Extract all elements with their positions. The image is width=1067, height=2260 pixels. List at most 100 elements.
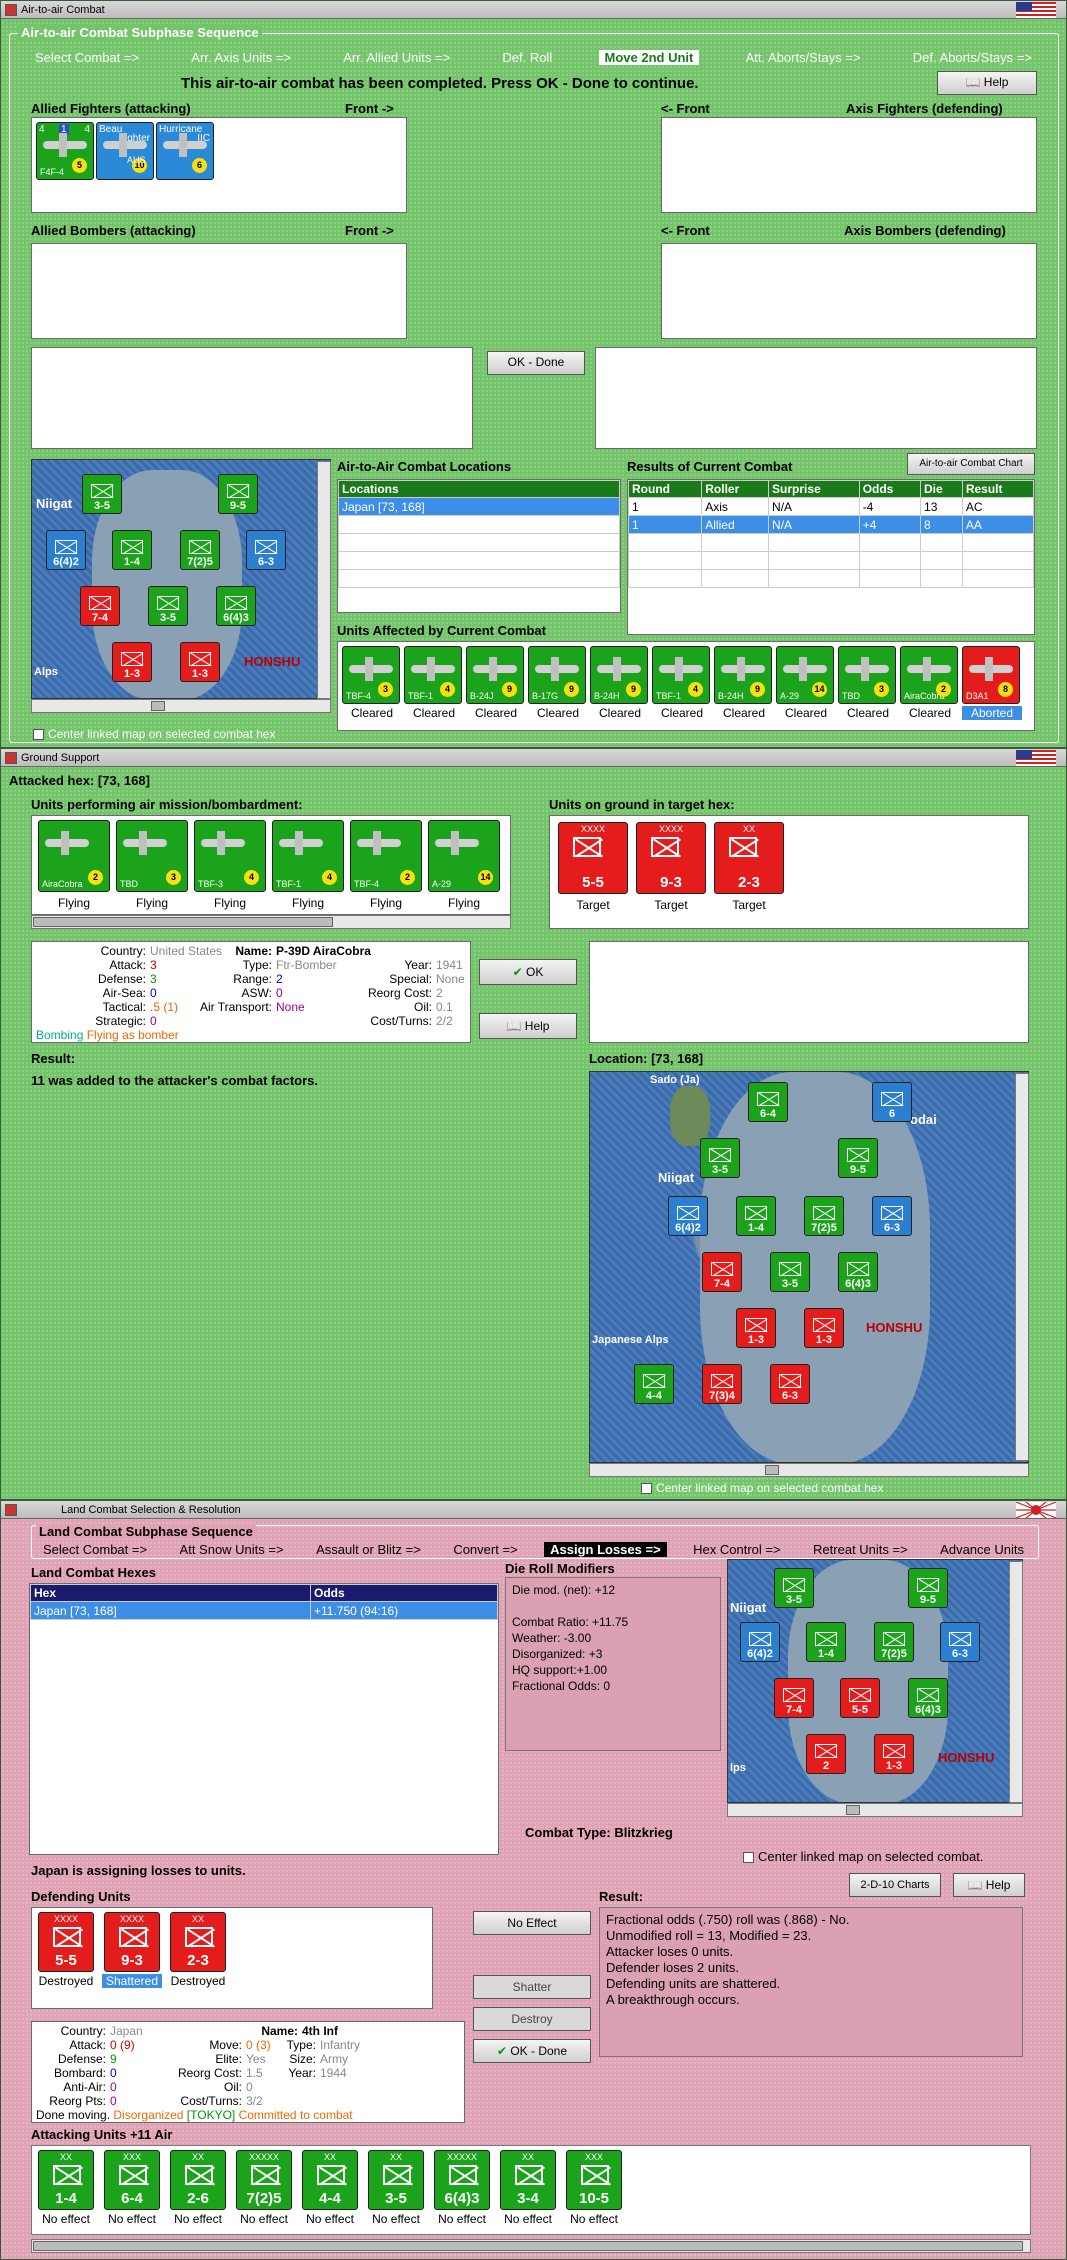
step-convert[interactable]: Convert => — [447, 1542, 523, 1557]
hexes-table[interactable]: Hex Odds Japan [73, 168] +11.750 (94:16) — [29, 1583, 499, 1855]
air-unit-counter[interactable]: A-29 14 — [428, 820, 500, 892]
map-unit[interactable]: 1-3 — [874, 1734, 914, 1774]
checkbox-box[interactable] — [33, 729, 44, 741]
map-unit[interactable]: 6(4)3 — [216, 586, 256, 626]
allied-fighters-panel[interactable]: 4 1 4 5 F4F-4 Beau fighter 10 AUS Hurricane IIC 6 — [31, 117, 407, 213]
unit-counter[interactable]: XXX 10-5 — [566, 2150, 622, 2210]
unit-counter[interactable]: XX 3-5 — [368, 2150, 424, 2210]
map-unit[interactable]: 6-3 — [246, 530, 286, 570]
axis-bombers-panel[interactable] — [661, 243, 1037, 339]
step-select-combat[interactable]: Select Combat => — [29, 50, 145, 65]
map-unit[interactable]: 9-5 — [908, 1568, 948, 1608]
table-row[interactable]: Japan [73, 168] +11.750 (94:16) — [30, 1601, 498, 1620]
map-unit[interactable]: 6(4)2 — [46, 530, 86, 570]
locations-table[interactable]: Locations Japan [73, 168] — [337, 479, 621, 613]
unit-counter[interactable]: XXXX 5-5 — [558, 822, 628, 894]
destroy-button[interactable]: Destroy — [473, 2007, 591, 2031]
attacking-units-panel[interactable]: XX 1-4 No effect XXX 6-4 No effect XX 2-6 No eff… — [31, 2145, 1031, 2235]
unit-counter[interactable]: XXXXX 6(4)3 — [434, 2150, 490, 2210]
map-hscroll[interactable] — [589, 1463, 1029, 1477]
unit-counter[interactable]: XX 2-3 — [714, 822, 784, 894]
charts-button[interactable]: 2-D-10 Charts — [849, 1873, 941, 1897]
map-unit[interactable]: 7(3)4 — [702, 1364, 742, 1404]
map-unit[interactable]: 3-5 — [82, 474, 122, 514]
step-def-aborts[interactable]: Def. Aborts/Stays => — [907, 50, 1038, 65]
ok-done-button[interactable]: OK - Done — [487, 351, 585, 375]
map-unit[interactable]: 5-5 — [840, 1678, 880, 1718]
scroll-thumb[interactable] — [151, 701, 166, 711]
axis-fighters-panel[interactable] — [661, 117, 1037, 213]
ok-done-button[interactable]: ✔ OK - Done — [473, 2039, 591, 2063]
map-unit[interactable]: 7(2)5 — [180, 530, 220, 570]
step-move-2nd-unit[interactable]: Move 2nd Unit — [598, 49, 700, 65]
map-unit[interactable]: 6(4)3 — [908, 1678, 948, 1718]
air-unit-counter[interactable]: B-17G 9 — [528, 646, 586, 704]
scroll-thumb[interactable] — [33, 2241, 1023, 2251]
step-retreat[interactable]: Retreat Units => — [807, 1542, 914, 1557]
map-unit[interactable]: 7-4 — [774, 1678, 814, 1718]
unit-counter[interactable]: XXXXX 7(2)5 — [236, 2150, 292, 2210]
map-unit[interactable]: 3-5 — [774, 1568, 814, 1608]
map-unit[interactable]: 1-4 — [112, 530, 152, 570]
step-hex-control[interactable]: Hex Control => — [687, 1542, 786, 1557]
air-unit-counter[interactable]: TBD 3 — [116, 820, 188, 892]
location-map[interactable]: Sado (Ja) odai Niigat HONSHU Japanese Al… — [589, 1071, 1029, 1463]
air-unit-counter[interactable]: AiraCobra 2 — [900, 646, 958, 704]
air-unit-counter[interactable]: TBF-4 3 — [342, 646, 400, 704]
unit-counter[interactable]: XX 4-4 — [302, 2150, 358, 2210]
air-unit-counter[interactable]: AiraCobra 2 — [38, 820, 110, 892]
map-vscroll[interactable] — [317, 461, 331, 699]
defending-units-panel[interactable]: XXXX 5-5 Destroyed XXXX 9-3 Shattered XX 2-3 Des… — [31, 1907, 433, 2009]
map-unit[interactable]: 1-3 — [736, 1308, 776, 1348]
fighter-counter[interactable]: Hurricane IIC 6 — [156, 122, 214, 180]
air-unit-counter[interactable]: B-24J 9 — [466, 646, 524, 704]
unit-counter[interactable]: XX 1-4 — [38, 2150, 94, 2210]
unit-counter[interactable]: XX 3-4 — [500, 2150, 556, 2210]
air-unit-counter[interactable]: TBD 3 — [838, 646, 896, 704]
map-unit[interactable]: 7-4 — [80, 586, 120, 626]
ground-units-panel[interactable]: XXXX 5-5 Target XXXX 9-3 Target XX 2-3 Target — [549, 815, 1029, 929]
air-unit-counter[interactable]: TBF-1 4 — [652, 646, 710, 704]
combat-map[interactable]: Niigat HONSHU lps 3-5 9-5 6(4)2 1-4 7(2)… — [727, 1559, 1023, 1803]
attackers-scroll[interactable] — [31, 2239, 1031, 2253]
air-unit-counter[interactable]: TBF-4 2 — [350, 820, 422, 892]
map-unit[interactable]: 7(2)5 — [804, 1196, 844, 1236]
map-vscroll[interactable] — [1015, 1073, 1029, 1461]
air-units-panel[interactable]: AiraCobra 2 Flying TBD 3 Flying TBF-3 4 Flying TB… — [31, 815, 511, 915]
map-hscroll[interactable] — [727, 1803, 1023, 1817]
scroll-thumb[interactable] — [765, 1465, 780, 1475]
step-arr-axis[interactable]: Arr. Axis Units => — [185, 50, 297, 65]
map-unit[interactable]: 6(4)2 — [668, 1196, 708, 1236]
step-assault-blitz[interactable]: Assault or Blitz => — [310, 1542, 427, 1557]
map-unit[interactable]: 1-4 — [806, 1622, 846, 1662]
map-unit[interactable]: 1-3 — [180, 642, 220, 682]
fighter-counter[interactable]: 4 1 4 5 F4F-4 — [36, 122, 94, 180]
checkbox-box[interactable] — [641, 1483, 652, 1495]
allied-bombers-panel[interactable] — [31, 243, 407, 339]
map-unit[interactable]: 6 — [872, 1082, 912, 1122]
unit-counter[interactable]: XXX 6-4 — [104, 2150, 160, 2210]
map-vscroll[interactable] — [1009, 1561, 1023, 1803]
center-map-checkbox[interactable]: Center linked map on selected combat hex — [33, 727, 275, 741]
map-unit[interactable]: 7-4 — [702, 1252, 742, 1292]
map-hscroll[interactable] — [31, 699, 331, 713]
no-effect-button[interactable]: No Effect — [473, 1911, 591, 1935]
air-unit-counter[interactable]: D3A1 8 — [962, 646, 1020, 704]
map-unit[interactable]: 1-3 — [804, 1308, 844, 1348]
map-unit[interactable]: 6-3 — [872, 1196, 912, 1236]
help-button[interactable]: 📖 Help — [479, 1013, 577, 1039]
affected-units-panel[interactable]: TBF-4 3 Cleared TBF-1 4 Cleared B-24J 9 Cleared B… — [337, 641, 1035, 731]
air-unit-counter[interactable]: A-29 14 — [776, 646, 834, 704]
air-combat-chart-button[interactable]: Air-to-air Combat Chart — [907, 453, 1035, 475]
unit-counter[interactable]: XX 2-3 — [170, 1912, 226, 1972]
air-unit-counter[interactable]: B-24H 9 — [590, 646, 648, 704]
step-advance[interactable]: Advance Units — [934, 1542, 1030, 1557]
map-unit[interactable]: 6-4 — [748, 1082, 788, 1122]
step-att-aborts[interactable]: Att. Aborts/Stays => — [740, 50, 867, 65]
center-map-checkbox[interactable]: Center linked map on selected combat hex — [641, 1481, 883, 1495]
scroll-thumb[interactable] — [33, 917, 333, 927]
map-unit[interactable]: 9-5 — [218, 474, 258, 514]
map-unit[interactable]: 4-4 — [634, 1364, 674, 1404]
map-unit[interactable]: 1-3 — [112, 642, 152, 682]
checkbox-box[interactable] — [743, 1852, 754, 1864]
